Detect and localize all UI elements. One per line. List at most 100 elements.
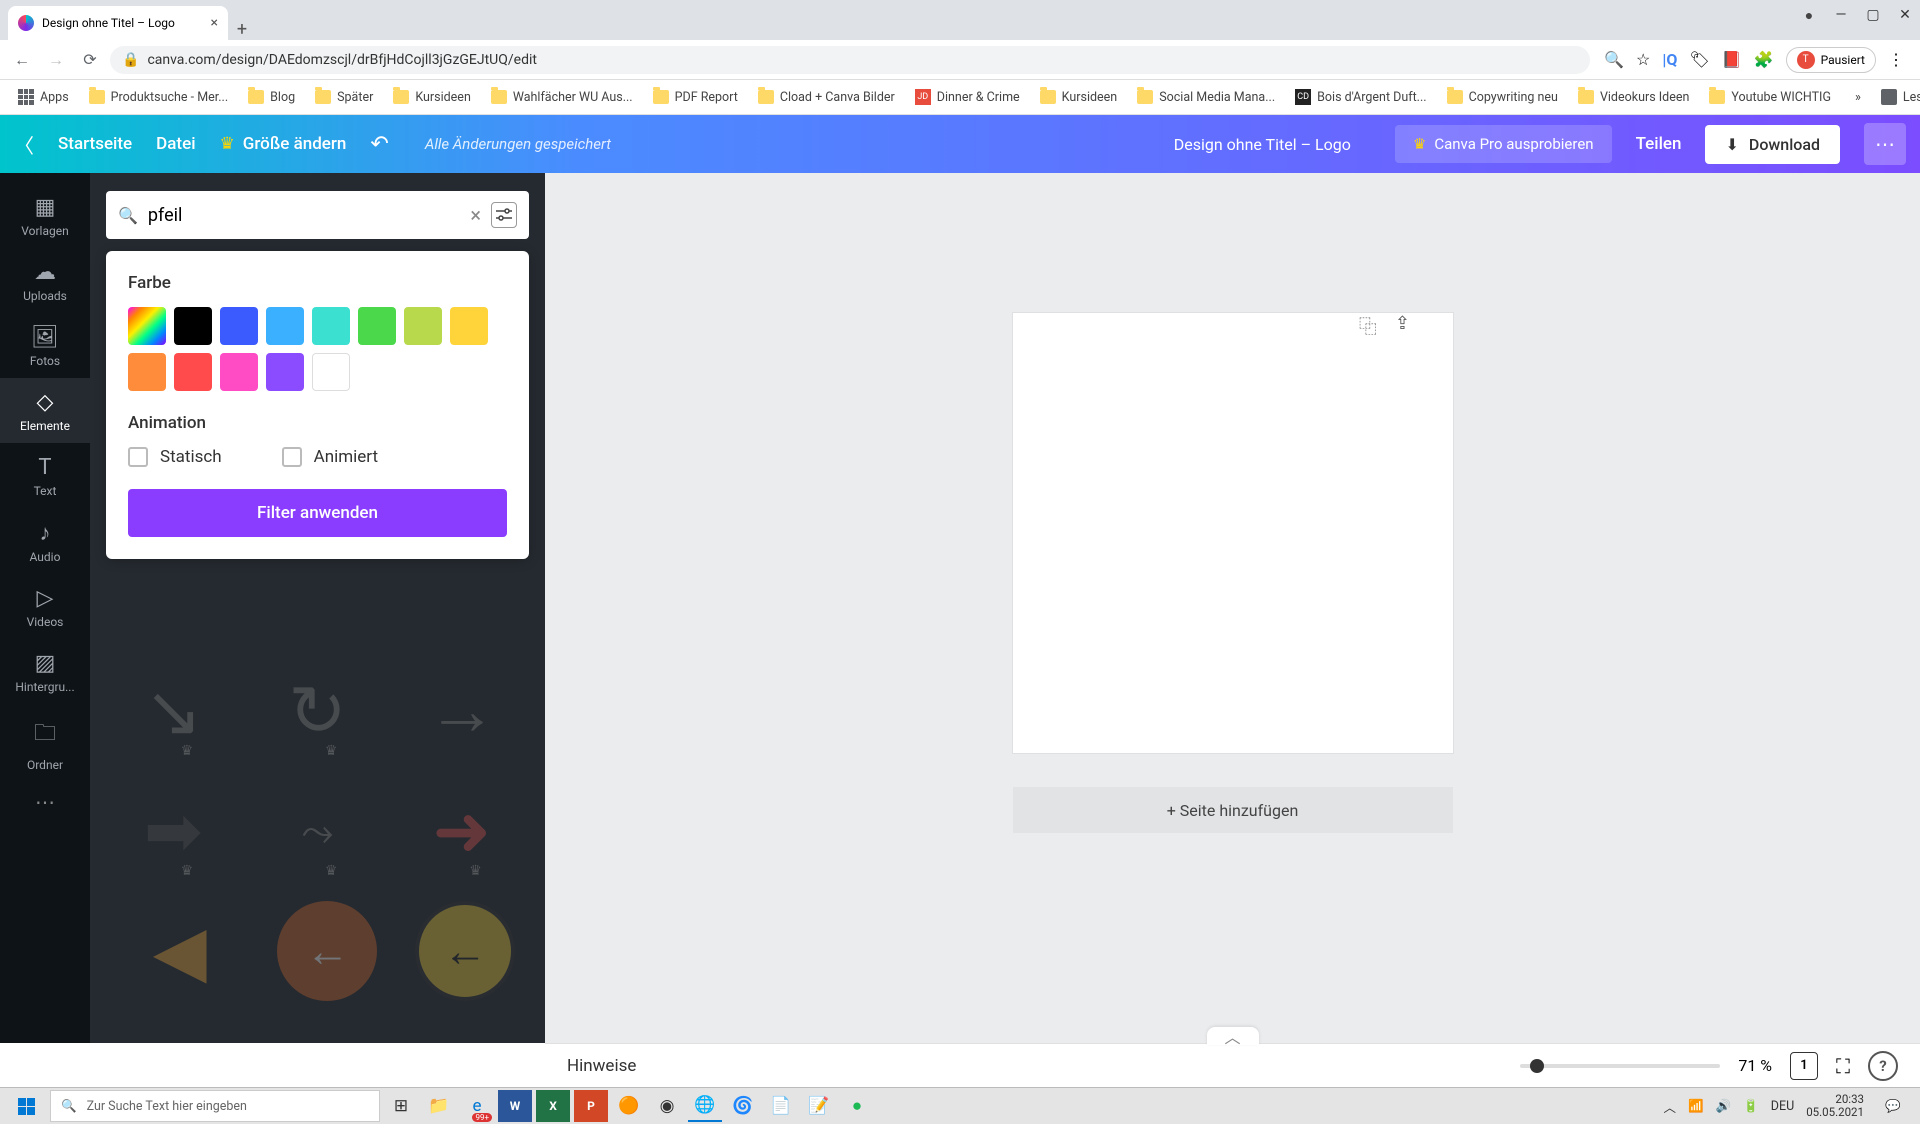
clear-search-icon[interactable]: × — [470, 203, 481, 227]
color-swatch[interactable] — [220, 307, 258, 345]
ext1-icon[interactable]: |Q — [1662, 50, 1677, 69]
element-result[interactable]: → — [402, 661, 522, 761]
ext3-icon[interactable]: 📕 — [1722, 50, 1742, 69]
rail-audio[interactable]: ♪Audio — [0, 508, 90, 574]
app-icon[interactable]: 📄 — [764, 1090, 798, 1122]
bookmark-overflow[interactable]: » — [1847, 86, 1869, 109]
color-swatch[interactable] — [220, 353, 258, 391]
reload-icon[interactable]: ⟳ — [76, 46, 104, 74]
search-input[interactable] — [148, 205, 460, 226]
reading-list-button[interactable]: Leseliste — [1873, 85, 1920, 109]
color-swatch[interactable] — [450, 307, 488, 345]
clock[interactable]: 20:33 05.05.2021 — [1806, 1093, 1864, 1119]
share-button[interactable]: Teilen — [1636, 134, 1682, 154]
bookmark-item[interactable]: Kursideen — [385, 86, 479, 109]
chrome-icon[interactable]: 🌐 — [688, 1090, 722, 1122]
ext2-icon[interactable]: 🏷 — [1689, 50, 1709, 69]
element-result[interactable]: ↻♛ — [257, 661, 377, 761]
rail-videos[interactable]: ▷Videos — [0, 574, 90, 639]
color-swatch[interactable] — [266, 307, 304, 345]
color-swatch[interactable] — [266, 353, 304, 391]
element-result[interactable]: ← — [415, 901, 515, 1001]
rail-text[interactable]: TText — [0, 443, 90, 508]
bookmark-item[interactable]: Produktsuche - Mer... — [81, 86, 236, 109]
notifications-icon[interactable]: 💬 — [1876, 1090, 1910, 1122]
minimize-icon[interactable]: — — [1832, 6, 1850, 24]
home-link[interactable]: Startseite — [58, 134, 132, 154]
element-result[interactable]: ⤳♛ — [257, 781, 377, 881]
zoom-icon[interactable]: 🔍 — [1604, 50, 1624, 69]
rail-background[interactable]: ▨Hintergru... — [0, 639, 90, 704]
rail-templates[interactable]: ▦Vorlagen — [0, 183, 90, 248]
powerpoint-icon[interactable]: P — [574, 1090, 608, 1122]
file-menu[interactable]: Datei — [156, 134, 195, 154]
static-checkbox[interactable]: Statisch — [128, 447, 222, 467]
maximize-icon[interactable]: ▢ — [1864, 6, 1882, 24]
color-swatch[interactable] — [358, 307, 396, 345]
zoom-value[interactable]: 71 % — [1738, 1056, 1772, 1075]
filter-toggle-button[interactable] — [491, 202, 517, 228]
element-result[interactable]: ↘♛ — [113, 661, 233, 761]
add-page-button[interactable]: + Seite hinzufügen — [1013, 787, 1453, 833]
bookmark-item[interactable]: Blog — [240, 86, 303, 109]
task-view-icon[interactable]: ⊞ — [384, 1090, 418, 1122]
edge-legacy-icon[interactable]: e99+ — [460, 1090, 494, 1122]
undo-icon[interactable]: ↶ — [370, 132, 388, 157]
zoom-slider[interactable] — [1520, 1064, 1720, 1068]
app-icon[interactable]: 🟠 — [612, 1090, 646, 1122]
color-swatch[interactable] — [312, 353, 350, 391]
forward-icon[interactable]: → — [42, 46, 70, 74]
hints-label[interactable]: Hinweise — [567, 1056, 1502, 1076]
back-home-icon[interactable]: 〈 — [14, 130, 34, 159]
word-icon[interactable]: W — [498, 1090, 532, 1122]
tray-chevron-icon[interactable]: ︿ — [1664, 1097, 1677, 1116]
try-pro-button[interactable]: ♛Canva Pro ausprobieren — [1395, 125, 1612, 163]
menu-icon[interactable]: ⋮ — [1888, 50, 1904, 69]
close-tab-icon[interactable]: × — [211, 15, 218, 31]
rail-folder[interactable]: 🗀Ordner — [0, 704, 90, 782]
bookmark-item[interactable]: CDBois d'Argent Duft... — [1287, 85, 1434, 109]
excel-icon[interactable]: X — [536, 1090, 570, 1122]
color-swatch[interactable] — [174, 353, 212, 391]
start-button[interactable] — [6, 1090, 46, 1122]
rail-more[interactable]: ⋯ — [35, 790, 55, 814]
color-swatch-multi[interactable] — [128, 307, 166, 345]
animated-checkbox[interactable]: Animiert — [282, 447, 378, 467]
element-result[interactable]: ← — [277, 901, 377, 1001]
color-swatch[interactable] — [128, 353, 166, 391]
bookmark-item[interactable]: Später — [307, 86, 381, 109]
bookmark-item[interactable]: Wahlfächer WU Aus... — [483, 86, 641, 109]
bookmark-item[interactable]: Youtube WICHTIG — [1701, 86, 1839, 109]
color-swatch[interactable] — [404, 307, 442, 345]
help-button[interactable]: ? — [1868, 1051, 1898, 1081]
language-indicator[interactable]: DEU — [1771, 1099, 1794, 1114]
design-page[interactable] — [1013, 313, 1453, 753]
star-icon[interactable]: ☆ — [1636, 50, 1650, 69]
zoom-thumb[interactable] — [1530, 1059, 1544, 1073]
more-menu-button[interactable]: ⋯ — [1864, 123, 1906, 165]
puzzle-icon[interactable]: 🧩 — [1754, 50, 1774, 69]
wifi-icon[interactable]: 📶 — [1688, 1099, 1704, 1114]
color-swatch[interactable] — [174, 307, 212, 345]
close-window-icon[interactable]: ✕ — [1896, 6, 1914, 24]
resize-menu[interactable]: ♛Größe ändern — [220, 134, 347, 154]
bookmark-item[interactable]: Cload + Canva Bilder — [750, 86, 903, 109]
account-dot-icon[interactable]: ● — [1800, 6, 1818, 24]
volume-icon[interactable]: 🔊 — [1716, 1099, 1732, 1114]
canvas-area[interactable]: ⿻ ⇪ + Seite hinzufügen ︿ — [545, 173, 1920, 1043]
bookmark-item[interactable]: Kursideen — [1032, 86, 1126, 109]
element-result[interactable]: ◀ — [120, 901, 240, 1001]
duplicate-page-icon[interactable]: ⿻ — [1359, 313, 1377, 339]
edge-icon[interactable]: 🌀 — [726, 1090, 760, 1122]
bookmark-item[interactable]: Copywriting neu — [1439, 86, 1566, 109]
profile-paused-button[interactable]: T Pausiert — [1786, 47, 1876, 73]
bookmark-item[interactable]: JDDinner & Crime — [907, 85, 1028, 109]
url-input[interactable]: 🔒 canva.com/design/DAEdomzscjl/drBfjHdCo… — [110, 46, 1590, 74]
apply-filter-button[interactable]: Filter anwenden — [128, 489, 507, 537]
element-result[interactable]: ➡♛ — [113, 781, 233, 881]
page-indicator[interactable]: 1 — [1790, 1052, 1818, 1080]
expand-pages-handle[interactable]: ︿ — [1207, 1027, 1259, 1045]
bookmark-item[interactable]: Videokurs Ideen — [1570, 86, 1697, 109]
battery-icon[interactable]: 🔋 — [1743, 1099, 1759, 1114]
bookmark-item[interactable]: Social Media Mana... — [1129, 86, 1283, 109]
